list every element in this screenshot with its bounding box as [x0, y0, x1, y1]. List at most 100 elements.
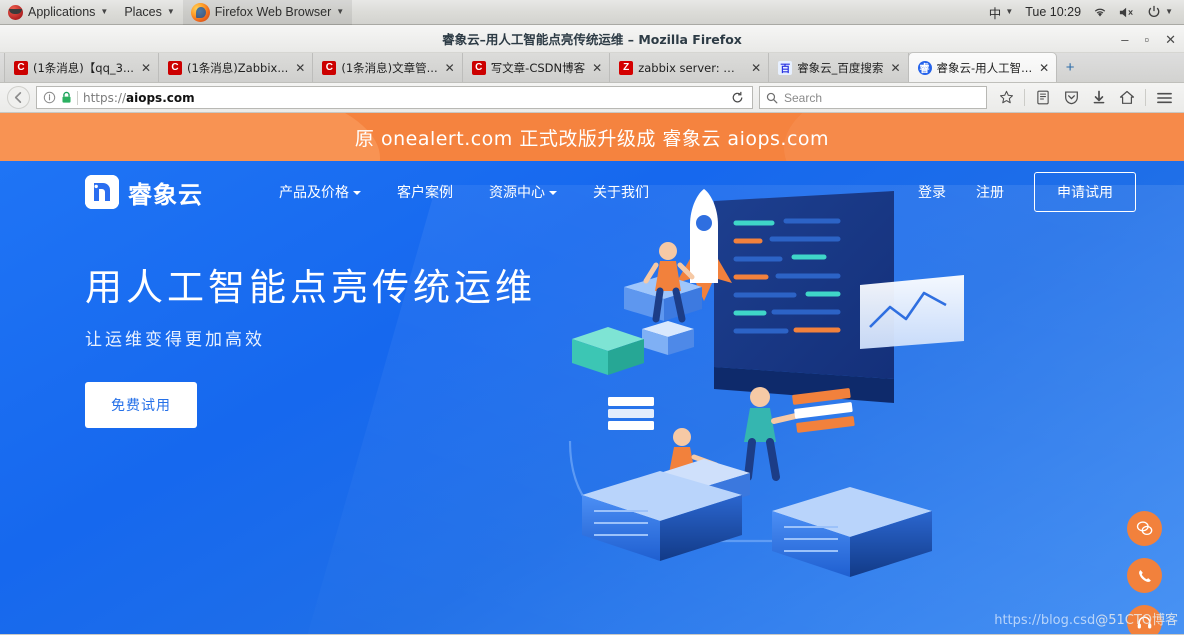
downloads-icon[interactable] — [1086, 86, 1112, 110]
site-brand[interactable]: 睿象云 — [85, 175, 203, 210]
nav-link-resources[interactable]: 资源中心 — [489, 182, 557, 202]
watermark: https://blog.csd@51CTO博客 — [994, 609, 1178, 628]
input-method-label: 中 — [988, 6, 1002, 21]
free-trial-button[interactable]: 免费试用 — [85, 382, 197, 429]
new-tab-button[interactable]: + — [1057, 53, 1083, 82]
wifi-icon[interactable] — [1088, 0, 1112, 25]
firefox-logo-icon — [190, 2, 210, 22]
home-glyph — [1119, 90, 1135, 104]
site-nav-links: 产品及价格 客户案例 资源中心 关于我们 — [279, 182, 649, 202]
power-icon[interactable]: ▼ — [1142, 0, 1178, 25]
platform-illustration — [582, 459, 932, 577]
browser-tab[interactable]: C 写文章-CSDN博客 ✕ — [461, 53, 611, 82]
input-method-indicator[interactable]: 中 ▼ — [984, 0, 1018, 25]
nav-link-products[interactable]: 产品及价格 — [279, 182, 361, 202]
tab-title: (1条消息)【qq_3... — [33, 60, 134, 75]
active-application-label: Firefox Web Browser — [214, 5, 332, 19]
search-icon — [766, 92, 778, 103]
applications-menu[interactable]: Applications ▼ — [0, 0, 116, 25]
nav-link-label: 客户案例 — [397, 185, 453, 201]
places-menu-label: Places — [124, 5, 162, 19]
tab-close-icon[interactable]: ✕ — [890, 61, 900, 75]
browser-tab[interactable]: C (1条消息)文章管... ✕ — [312, 53, 463, 82]
hero-subtitle: 让运维变得更加高效 — [85, 330, 265, 351]
browser-tab[interactable]: C (1条消息)【qq_3... ✕ — [4, 53, 159, 82]
chevron-down-icon — [549, 191, 557, 195]
url-scheme: https:// — [83, 90, 127, 105]
info-icon[interactable] — [43, 91, 56, 104]
tab-close-icon[interactable]: ✕ — [141, 61, 151, 75]
csdn-icon: C — [14, 60, 28, 75]
tab-title: 睿象云_百度搜索 — [797, 60, 884, 75]
active-application-menu[interactable]: Firefox Web Browser ▼ — [182, 0, 353, 25]
browser-tab[interactable]: Z zabbix server: 配... ✕ — [609, 53, 770, 82]
register-link[interactable]: 注册 — [976, 182, 1004, 202]
url-bar[interactable]: https://aiops.com — [36, 86, 753, 109]
chevron-down-icon: ▼ — [166, 7, 175, 16]
url-host: aiops.com — [126, 90, 195, 105]
browser-tab[interactable]: C (1条消息)Zabbix... ✕ — [158, 53, 314, 82]
nav-link-label: 关于我们 — [593, 185, 649, 201]
site-navigation: 睿象云 产品及价格 客户案例 资源中心 关于我们 登录 注册 申请试用 — [0, 161, 1184, 223]
back-arrow-icon — [14, 92, 22, 103]
phone-icon[interactable] — [1127, 558, 1162, 593]
panel-status-area: 中 ▼ Tue 10:29 ▼ — [984, 0, 1184, 25]
nav-link-cases[interactable]: 客户案例 — [397, 182, 453, 202]
toolbar-icon-group — [993, 86, 1177, 110]
wechat-icon[interactable] — [1127, 511, 1162, 546]
tab-title: 写文章-CSDN博客 — [490, 60, 586, 75]
toolbar-divider — [1145, 89, 1146, 106]
bookmark-star-icon[interactable] — [993, 86, 1019, 110]
chevron-down-icon: ▼ — [336, 7, 345, 16]
promo-banner[interactable]: 原 onealert.com 正式改版升级成 睿象云 aiops.com — [0, 113, 1184, 161]
tab-close-icon[interactable]: ✕ — [751, 61, 761, 75]
back-button[interactable] — [7, 86, 30, 109]
chevron-down-icon — [353, 191, 361, 195]
pocket-glyph — [1064, 91, 1078, 105]
maximize-button[interactable]: ▫ — [1144, 33, 1149, 46]
elephant-glyph — [85, 175, 119, 209]
csdn-icon: C — [471, 60, 486, 75]
places-menu[interactable]: Places ▼ — [116, 0, 182, 25]
tab-close-icon[interactable]: ✕ — [295, 61, 305, 75]
tab-strip: C (1条消息)【qq_3... ✕ C (1条消息)Zabbix... ✕ C… — [0, 52, 1184, 83]
browser-tab-active[interactable]: 睿 睿象云-用人工智... ✕ — [907, 52, 1058, 82]
close-button[interactable]: ✕ — [1165, 33, 1176, 46]
tab-close-icon[interactable]: ✕ — [592, 61, 602, 75]
login-link[interactable]: 登录 — [918, 182, 946, 202]
chevron-down-icon: ▼ — [1165, 7, 1173, 16]
csdn-icon: C — [322, 60, 337, 75]
desktop-top-panel: Applications ▼ Places ▼ Firefox Web Brow… — [0, 0, 1184, 25]
minimize-button[interactable]: – — [1121, 33, 1128, 46]
browser-tab[interactable]: 百 睿象云_百度搜索 ✕ — [768, 53, 909, 82]
nav-link-about[interactable]: 关于我们 — [593, 182, 649, 202]
wifi-glyph — [1094, 8, 1106, 17]
watermark-url: https://blog.csd — [994, 613, 1096, 628]
hero-section: 睿象云 产品及价格 客户案例 资源中心 关于我们 登录 注册 申请试用 用人工智… — [0, 161, 1184, 634]
wechat-glyph — [1136, 521, 1153, 536]
aiops-elephant-logo-icon — [85, 175, 119, 209]
power-glyph — [1148, 5, 1160, 17]
tab-close-icon[interactable]: ✕ — [1039, 61, 1049, 75]
chevron-down-icon: ▼ — [1005, 7, 1014, 16]
padlock-icon[interactable] — [61, 91, 72, 104]
watermark-brand: @51CTO博客 — [1095, 613, 1178, 628]
reload-button[interactable] — [726, 87, 748, 108]
tab-title: 睿象云-用人工智... — [936, 60, 1033, 75]
pocket-icon[interactable] — [1058, 86, 1084, 110]
hamburger-menu-icon[interactable] — [1151, 86, 1177, 110]
search-input[interactable]: Search — [759, 86, 987, 109]
home-icon[interactable] — [1114, 86, 1140, 110]
clock[interactable]: Tue 10:29 — [1020, 0, 1086, 25]
library-icon[interactable] — [1030, 86, 1056, 110]
tab-title: (1条消息)Zabbix... — [187, 60, 289, 75]
library-glyph — [1037, 90, 1049, 105]
tab-title: zabbix server: 配... — [638, 60, 745, 75]
csdn-icon: C — [168, 60, 182, 75]
tab-close-icon[interactable]: ✕ — [445, 61, 455, 75]
navigation-toolbar: https://aiops.com Search — [0, 83, 1184, 113]
volume-muted-icon[interactable] — [1114, 0, 1140, 25]
request-trial-button[interactable]: 申请试用 — [1034, 172, 1136, 212]
site-brand-name: 睿象云 — [128, 180, 203, 209]
promo-banner-text: 原 onealert.com 正式改版升级成 睿象云 aiops.com — [354, 127, 830, 150]
